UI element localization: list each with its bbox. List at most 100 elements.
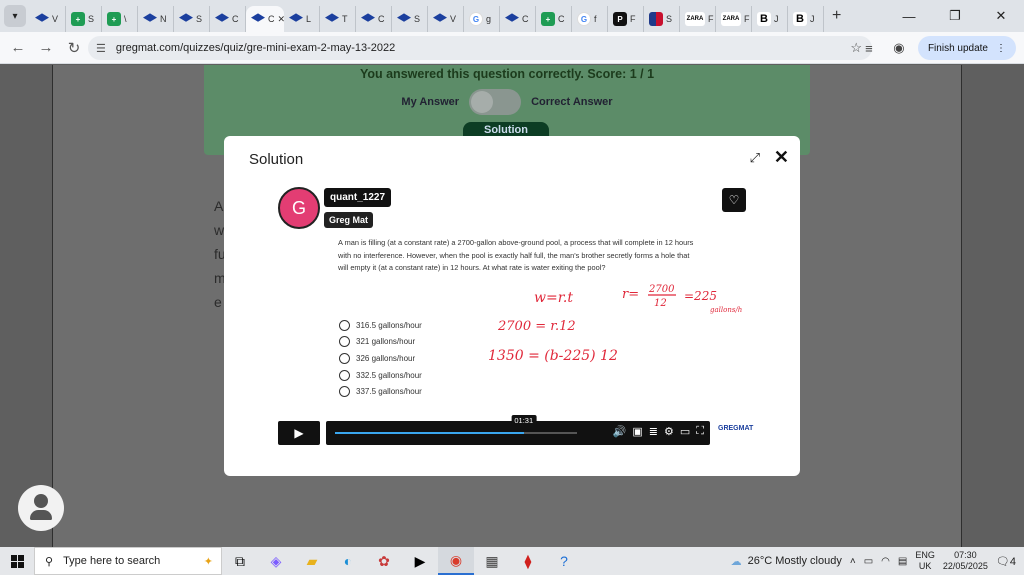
hw-line4: 1350 = (b-225) 12 — [488, 348, 618, 364]
brand-logo: GREGMAT — [718, 425, 754, 432]
url-text: gregmat.com/quizzes/quiz/gre-mini-exam-2… — [115, 42, 396, 54]
tab-label: C — [522, 14, 529, 24]
browser-tab[interactable]: L — [284, 6, 320, 32]
video-progress-track[interactable]: 01:31 — [335, 415, 577, 434]
edge-icon[interactable]: ◐ — [330, 547, 366, 575]
browser-tab[interactable]: S — [174, 6, 210, 32]
browser-tab[interactable]: PF — [608, 6, 644, 32]
app-icon[interactable]: ✿ — [366, 547, 402, 575]
floating-user-icon[interactable] — [18, 485, 64, 531]
weather-text: 26°C Mostly cloudy — [747, 555, 842, 567]
file-explorer-icon[interactable]: ▰ — [294, 547, 330, 575]
calculator-icon[interactable]: ▦ — [474, 547, 510, 575]
browser-tab[interactable]: + S — [66, 6, 102, 32]
volume-icon[interactable]: 🔊 — [613, 425, 627, 438]
hw-line2-unit: gallons/h — [710, 306, 742, 314]
tab-label: C — [558, 14, 565, 24]
back-icon[interactable]: ← — [4, 34, 32, 62]
forward-icon[interactable]: → — [32, 34, 60, 62]
tab-favicon-icon: ZARA — [721, 12, 741, 26]
tab-label: C — [268, 14, 275, 24]
display-icon[interactable]: ▤ — [898, 556, 907, 567]
tab-search-button[interactable]: ▾ — [4, 5, 26, 27]
address-bar[interactable]: ☰ gregmat.com/quizzes/quiz/gre-mini-exam… — [88, 36, 872, 60]
answer-toggle-row: My Answer Correct Answer — [204, 89, 810, 115]
new-tab-button[interactable]: + — [832, 7, 841, 25]
captions-icon[interactable]: ▣ — [632, 425, 642, 438]
notifications-icon[interactable]: 🗨4 — [996, 555, 1016, 568]
task-view-icon[interactable]: ⧉ — [222, 547, 258, 575]
browser-tab[interactable]: ZARA F — [716, 6, 752, 32]
pip-icon[interactable]: ▭ — [680, 425, 690, 438]
browser-tab[interactable]: Gf — [572, 6, 608, 32]
browser-tab[interactable]: N — [138, 6, 174, 32]
minimize-icon[interactable]: — — [886, 0, 932, 32]
acrobat-icon[interactable]: ⧫ — [510, 547, 546, 575]
profile-icon[interactable]: ◉ — [888, 37, 910, 59]
browser-tab[interactable]: C — [500, 6, 536, 32]
media-player-icon[interactable]: ▶ — [402, 547, 438, 575]
answer-toggle[interactable] — [469, 89, 522, 115]
play-icon[interactable]: ▶ — [278, 421, 320, 445]
tab-favicon-icon — [433, 13, 447, 22]
language-indicator[interactable]: ENG UK — [915, 550, 935, 572]
weather-widget[interactable]: ☁ 26°C Mostly cloudy — [731, 555, 842, 568]
browser-tab[interactable]: T — [320, 6, 356, 32]
reload-icon[interactable]: ↻ — [60, 34, 88, 62]
tab-label: L — [306, 14, 312, 24]
tab-label: g — [486, 14, 492, 24]
tab-favicon-icon: + — [541, 12, 555, 26]
video-time: 01:31 — [511, 415, 537, 426]
browser-tab[interactable]: + \ — [102, 6, 138, 32]
browser-tab[interactable]: BJ — [752, 6, 788, 32]
tab-favicon-icon: + — [71, 12, 85, 26]
tab-favicon-icon: P — [613, 12, 627, 26]
copilot-icon[interactable]: ◈ — [258, 547, 294, 575]
browser-toolbar: ← → ↻ ☰ gregmat.com/quizzes/quiz/gre-min… — [0, 32, 1024, 64]
browser-tab[interactable]: + C — [536, 6, 572, 32]
tab-label: V — [450, 14, 457, 24]
tab-favicon-icon — [251, 13, 265, 22]
tab-favicon-icon — [649, 12, 663, 26]
system-tray: ☁ 26°C Mostly cloudy ˄ ▭ ◠ ▤ ENG UK 07:3… — [731, 547, 1024, 575]
battery-icon[interactable]: ▭ — [864, 556, 873, 567]
chrome-icon[interactable]: ◉ — [438, 547, 474, 575]
media-control-icon[interactable]: ≡ — [858, 37, 880, 59]
transcript-icon[interactable]: ≣ — [649, 425, 658, 438]
tab-label: V — [52, 14, 59, 24]
search-icon: ⚲ — [45, 555, 54, 568]
tab-label: F — [630, 14, 636, 24]
browser-tab[interactable]: C ✕ — [246, 6, 284, 32]
solution-button-label: Solution — [484, 124, 528, 136]
clock[interactable]: 07:30 22/05/2025 — [943, 550, 988, 572]
browser-tab[interactable]: ZARA F — [680, 6, 716, 32]
tab-favicon-icon: G — [469, 12, 483, 26]
chevron-up-icon[interactable]: ˄ — [850, 556, 856, 567]
finish-update-button[interactable]: Finish update ⋮ — [917, 36, 1016, 60]
tab-label: T — [342, 14, 348, 24]
browser-tab[interactable]: BJ — [788, 6, 824, 32]
browser-tab[interactable]: C — [210, 6, 246, 32]
clock-date: 22/05/2025 — [942, 561, 988, 571]
browser-tab[interactable]: S — [392, 6, 428, 32]
settings-icon[interactable]: ⚙ — [664, 425, 674, 438]
restore-icon[interactable]: ❐ — [932, 0, 978, 32]
browser-tab[interactable]: V — [428, 6, 464, 32]
browser-tab[interactable]: Gg — [464, 6, 500, 32]
video-controls: 01:31 🔊 ▣ ≣ ⚙ ▭ ⛶ — [326, 415, 710, 445]
tab-label: F — [708, 14, 714, 24]
taskbar-search[interactable]: ⚲ Type here to search ✦ — [34, 547, 222, 575]
help-icon[interactable]: ? — [546, 547, 582, 575]
tab-favicon-icon: + — [107, 12, 121, 26]
browser-tab[interactable]: V — [30, 6, 66, 32]
start-button[interactable] — [0, 547, 34, 575]
browser-tab[interactable]: S — [644, 6, 680, 32]
tab-label: S — [414, 14, 421, 24]
close-window-icon[interactable]: ✕ — [978, 0, 1024, 32]
site-info-icon[interactable]: ☰ — [96, 42, 106, 55]
tab-label: N — [160, 14, 167, 24]
fullscreen-icon[interactable]: ⛶ — [696, 425, 704, 438]
browser-tab[interactable]: C — [356, 6, 392, 32]
tab-favicon-icon — [215, 13, 229, 22]
wifi-icon[interactable]: ◠ — [881, 556, 890, 567]
